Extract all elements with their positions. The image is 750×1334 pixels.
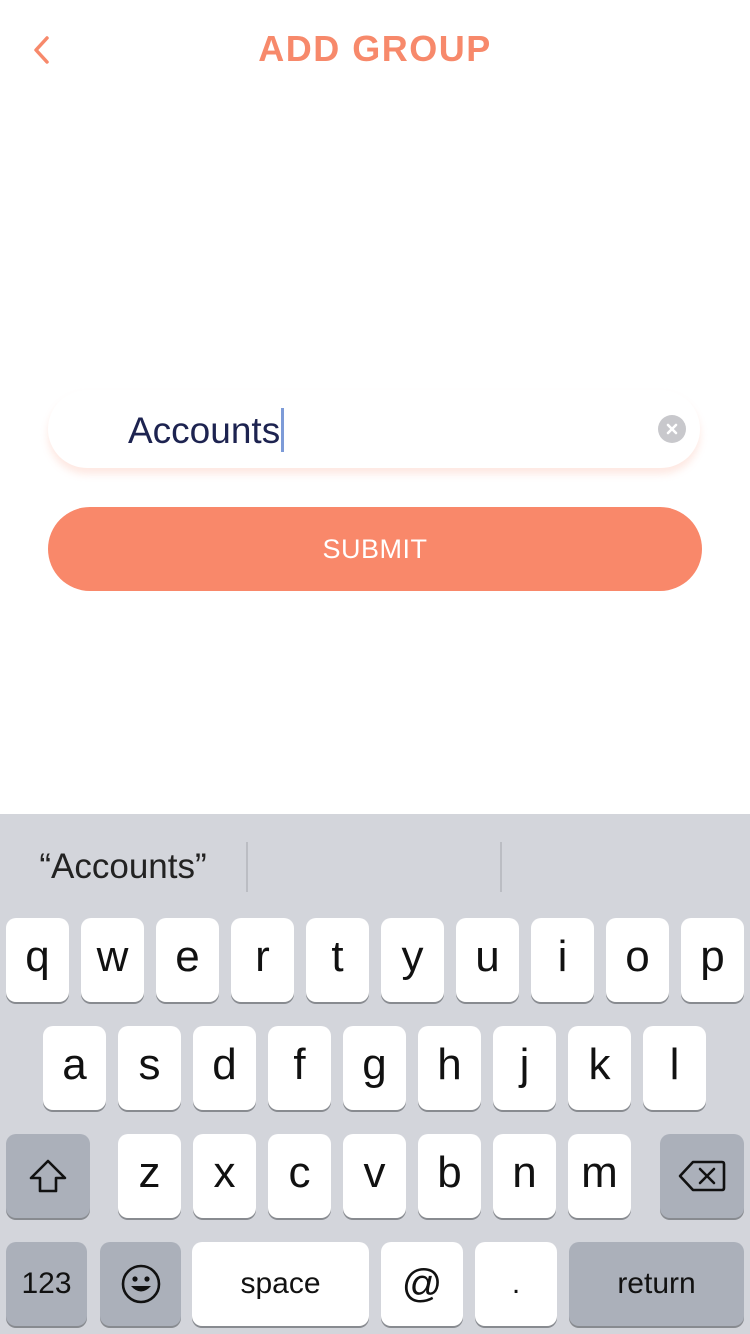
shift-key[interactable] (6, 1134, 90, 1218)
period-key[interactable]: . (475, 1242, 557, 1326)
group-name-value[interactable]: Accounts (128, 408, 285, 452)
text-caret (281, 408, 285, 452)
key-f[interactable]: f (268, 1026, 331, 1110)
key-s[interactable]: s (118, 1026, 181, 1110)
submit-button[interactable]: SUBMIT (48, 507, 702, 591)
key-j[interactable]: j (493, 1026, 556, 1110)
at-key[interactable]: @ (381, 1242, 463, 1326)
suggestion-bar: “Accounts” (0, 814, 750, 918)
key-h[interactable]: h (418, 1026, 481, 1110)
key-m[interactable]: m (568, 1134, 631, 1218)
key-k[interactable]: k (568, 1026, 631, 1110)
shift-icon (29, 1159, 67, 1193)
key-d[interactable]: d (193, 1026, 256, 1110)
suggestion-1[interactable]: “Accounts” (0, 842, 246, 892)
key-l[interactable]: l (643, 1026, 706, 1110)
emoji-key[interactable] (100, 1242, 181, 1326)
emoji-icon (121, 1264, 160, 1304)
key-p[interactable]: p (681, 918, 744, 1002)
backspace-icon (678, 1160, 726, 1192)
key-q[interactable]: q (6, 918, 69, 1002)
key-b[interactable]: b (418, 1134, 481, 1218)
key-o[interactable]: o (606, 918, 669, 1002)
key-c[interactable]: c (268, 1134, 331, 1218)
key-g[interactable]: g (343, 1026, 406, 1110)
key-r[interactable]: r (231, 918, 294, 1002)
key-u[interactable]: u (456, 918, 519, 1002)
delete-key[interactable] (660, 1134, 744, 1218)
clear-input-button[interactable] (658, 415, 686, 443)
nav-bar: ADD GROUP (0, 0, 750, 100)
key-z[interactable]: z (118, 1134, 181, 1218)
keyboard: “Accounts” q w e r t y u i o p a s d f g… (0, 814, 750, 1334)
page-title: ADD GROUP (258, 28, 492, 69)
key-i[interactable]: i (531, 918, 594, 1002)
clear-circle-icon (666, 423, 678, 435)
suggestion-2[interactable] (248, 842, 500, 892)
key-w[interactable]: w (81, 918, 144, 1002)
group-name-input[interactable]: Accounts (48, 390, 700, 468)
key-a[interactable]: a (43, 1026, 106, 1110)
key-y[interactable]: y (381, 918, 444, 1002)
return-key[interactable]: return (569, 1242, 744, 1326)
numbers-key[interactable]: 123 (6, 1242, 87, 1326)
key-x[interactable]: x (193, 1134, 256, 1218)
key-t[interactable]: t (306, 918, 369, 1002)
space-key[interactable]: space (192, 1242, 369, 1326)
key-n[interactable]: n (493, 1134, 556, 1218)
key-v[interactable]: v (343, 1134, 406, 1218)
key-e[interactable]: e (156, 918, 219, 1002)
suggestion-3[interactable] (502, 842, 750, 892)
